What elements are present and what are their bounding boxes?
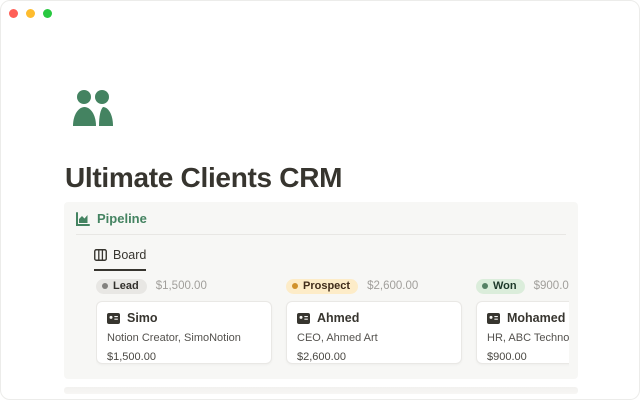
board-view-icon <box>94 249 107 261</box>
card-subtitle: CEO, Ahmed Art <box>297 332 451 344</box>
contact-card-icon <box>107 313 120 324</box>
status-dot-icon <box>482 283 488 289</box>
card-amount: $900.00 <box>487 351 569 363</box>
close-button[interactable] <box>9 9 18 18</box>
status-badge-lead[interactable]: Lead <box>96 279 147 294</box>
card-name: Ahmed <box>317 311 359 325</box>
card-subtitle: HR, ABC Technology <box>487 332 569 344</box>
status-dot-icon <box>102 283 108 289</box>
next-block-preview <box>64 387 578 394</box>
card-amount: $2,600.00 <box>297 351 451 363</box>
status-label: Lead <box>113 280 139 292</box>
people-icon[interactable] <box>71 88 115 130</box>
column-sum: $900.00 <box>534 280 569 292</box>
column-header[interactable]: Lead $1,500.00 <box>96 278 272 294</box>
column-sum: $1,500.00 <box>156 280 207 292</box>
app-window: Ultimate Clients CRM Pipeline <box>0 0 640 400</box>
status-badge-prospect[interactable]: Prospect <box>286 279 358 294</box>
card-subtitle: Notion Creator, SimoNotion <box>107 332 261 344</box>
card-amount: $1,500.00 <box>107 351 261 363</box>
pipeline-embed: Pipeline Board <box>64 202 578 379</box>
crm-card-ahmed[interactable]: Ahmed CEO, Ahmed Art $2,600.00 <box>286 301 462 364</box>
status-label: Won <box>493 280 517 292</box>
board-column-prospect: Prospect $2,600.00 <box>286 276 462 364</box>
column-header[interactable]: Won $900.00 <box>476 278 569 294</box>
window-controls <box>9 9 52 18</box>
column-sum: $2,600.00 <box>367 280 418 292</box>
status-dot-icon <box>292 283 298 289</box>
status-label: Prospect <box>303 280 350 292</box>
card-name: Mohamed <box>507 311 565 325</box>
contact-card-icon <box>487 313 500 324</box>
tab-board-label: Board <box>113 248 146 262</box>
board-column-won: Won $900.00 <box>476 276 569 364</box>
status-badge-won[interactable]: Won <box>476 279 525 294</box>
page-title: Ultimate Clients CRM <box>65 162 342 194</box>
tab-board[interactable]: Board <box>94 248 146 271</box>
column-header[interactable]: Prospect $2,600.00 <box>286 278 462 294</box>
crm-card-mohamed[interactable]: Mohamed HR, ABC Technology $900.00 <box>476 301 569 364</box>
card-name: Simo <box>127 311 158 325</box>
pipeline-header: Pipeline <box>64 202 578 234</box>
area-chart-icon <box>76 212 90 226</box>
view-tabs: Board <box>64 235 578 271</box>
minimize-button[interactable] <box>26 9 35 18</box>
crm-card-simo[interactable]: Simo Notion Creator, SimoNotion $1,500.0… <box>96 301 272 364</box>
kanban-board: Lead $1,500.00 <box>96 276 569 364</box>
pipeline-title[interactable]: Pipeline <box>97 211 147 226</box>
zoom-button[interactable] <box>43 9 52 18</box>
board-column-lead: Lead $1,500.00 <box>96 276 272 364</box>
contact-card-icon <box>297 313 310 324</box>
board-scroll-area[interactable]: Lead $1,500.00 <box>96 276 569 379</box>
